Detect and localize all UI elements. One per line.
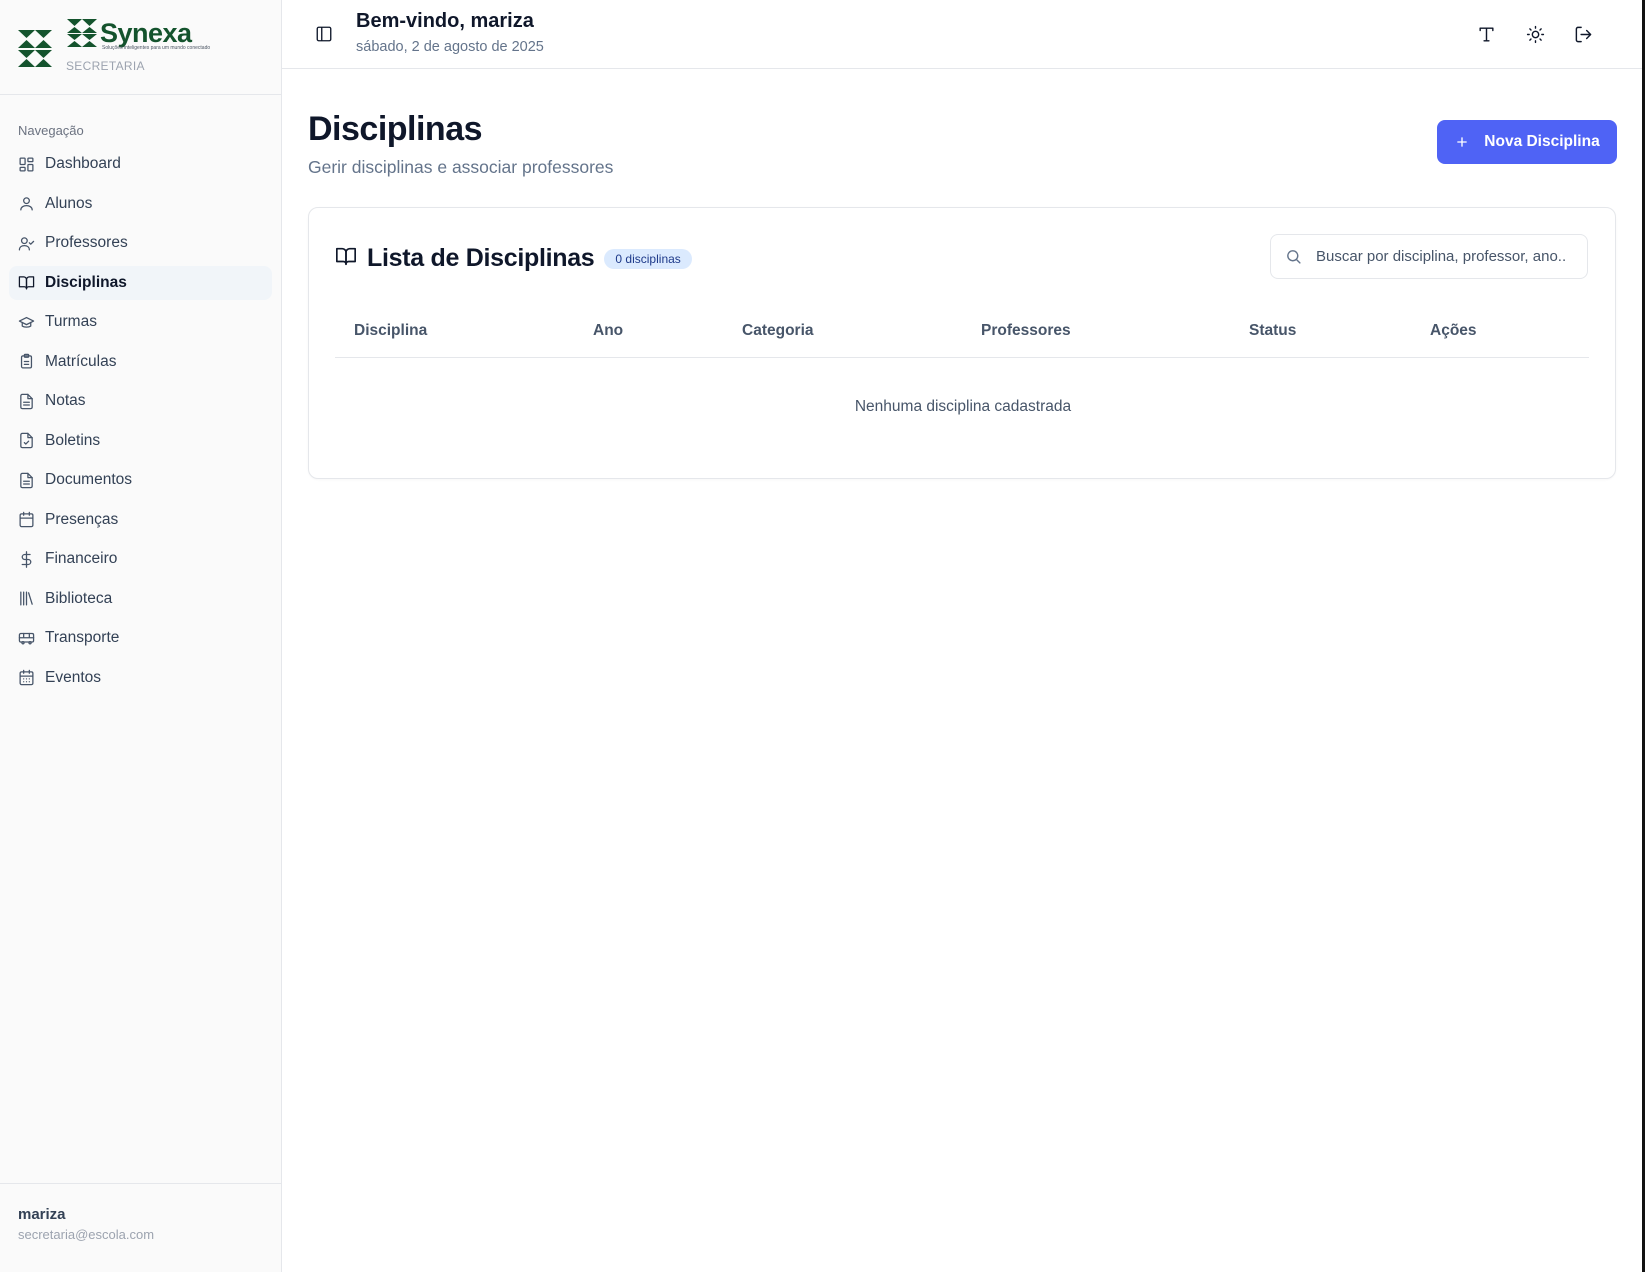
- sidebar-item-label: Financeiro: [45, 550, 118, 567]
- user-email: secretaria@escola.com: [18, 1227, 155, 1242]
- brand-tagline: Soluções inteligentes para um mundo cone…: [102, 45, 211, 51]
- sidebar-item-eventos[interactable]: Eventos: [9, 661, 272, 695]
- sidebar-item-label: Eventos: [45, 668, 102, 686]
- sidebar-item-alunos[interactable]: Alunos: [9, 187, 272, 221]
- search-input[interactable]: [1316, 248, 1566, 265]
- sidebar-item-turmas[interactable]: Turmas: [9, 305, 272, 339]
- welcome-title: Bem-vindo, mariza: [356, 10, 534, 32]
- library-icon: [18, 590, 35, 607]
- file-text-icon: [18, 472, 35, 489]
- sidebar-item-financeiro[interactable]: Financeiro: [9, 542, 272, 576]
- empty-state-message: Nenhuma disciplina cadastrada: [854, 398, 1072, 415]
- sidebar-item-transporte[interactable]: Transporte: [9, 621, 272, 655]
- card-header: Lista de Disciplinas 0 disciplinas: [335, 244, 692, 273]
- type-icon: [1478, 26, 1494, 42]
- page-header: Disciplinas Gerir disciplinas e associar…: [308, 110, 613, 178]
- sidebar-nav: Dashboard Alunos Professores Disciplinas…: [0, 147, 281, 700]
- user-name: mariza: [18, 1206, 66, 1223]
- column-header-categoria[interactable]: Categoria: [742, 322, 814, 340]
- column-header-ano[interactable]: Ano: [593, 322, 623, 340]
- sidebar-item-label: Presenças: [45, 510, 119, 528]
- brand-name: Synexa: [100, 18, 192, 48]
- file-text-icon: [18, 393, 35, 410]
- sidebar-item-professores[interactable]: Professores: [9, 226, 272, 260]
- sidebar-toggle-button[interactable]: [312, 22, 336, 46]
- user-profile[interactable]: mariza secretaria@escola.com: [0, 1183, 281, 1272]
- column-header-acoes: Ações: [1430, 322, 1477, 339]
- calendar-icon: [18, 511, 35, 528]
- disciplines-card: Lista de Disciplinas 0 disciplinas Disci…: [308, 207, 1616, 479]
- layout-dashboard-icon: [18, 156, 35, 173]
- page-title: Disciplinas: [308, 110, 483, 148]
- dollar-icon: [18, 550, 35, 568]
- plus-icon: [1457, 137, 1467, 147]
- sidebar-item-label: Notas: [45, 392, 86, 409]
- sidebar-item-label: Documentos: [45, 471, 133, 488]
- sidebar-item-label: Dashboard: [45, 155, 121, 172]
- nav-section-label: Navegação: [18, 123, 84, 138]
- logo-mark-icon: [18, 30, 52, 67]
- card-title: Lista de Disciplinas: [367, 244, 595, 272]
- calendar-days-icon: [18, 669, 35, 686]
- sidebar-item-disciplinas[interactable]: Disciplinas: [9, 265, 272, 300]
- theme-toggle-button[interactable]: [1523, 22, 1547, 46]
- new-discipline-button[interactable]: Nova Disciplina: [1437, 120, 1617, 164]
- logout-icon: [1575, 26, 1591, 42]
- welcome-block: Bem-vindo, mariza sábado, 2 de agosto de…: [356, 10, 544, 55]
- book-open-icon: [335, 245, 357, 272]
- sidebar: Synexa Soluções inteligentes para um mun…: [0, 0, 282, 1272]
- sun-icon: [1526, 25, 1544, 43]
- sidebar-item-label: Transporte: [45, 629, 120, 646]
- file-check-icon: [18, 432, 35, 449]
- search-box[interactable]: [1270, 234, 1588, 279]
- sidebar-item-documentos[interactable]: Documentos: [9, 463, 272, 497]
- table-header: Disciplina Ano Categoria Professores Sta…: [335, 308, 1589, 358]
- sidebar-item-dashboard[interactable]: Dashboard: [9, 147, 272, 181]
- sidebar-item-notas[interactable]: Notas: [9, 384, 272, 418]
- sidebar-item-label: Professores: [45, 234, 128, 251]
- app-root: Synexa Soluções inteligentes para um mun…: [0, 0, 1645, 1272]
- column-header-status[interactable]: Status: [1249, 322, 1296, 340]
- sidebar-item-label: Turmas: [45, 313, 97, 330]
- column-header-disciplina[interactable]: Disciplina: [354, 322, 427, 340]
- book-open-icon: [18, 274, 35, 291]
- new-discipline-label: Nova Disciplina: [1484, 133, 1600, 150]
- page-subtitle: Gerir disciplinas e associar professores: [308, 157, 614, 177]
- sidebar-item-boletins[interactable]: Boletins: [9, 424, 272, 458]
- current-date: sábado, 2 de agosto de 2025: [356, 39, 544, 55]
- brand-role: SECRETARIA: [66, 59, 145, 73]
- column-header-professores[interactable]: Professores: [981, 322, 1071, 340]
- top-bar: Bem-vindo, mariza sábado, 2 de agosto de…: [282, 0, 1645, 69]
- count-badge: 0 disciplinas: [604, 248, 692, 269]
- graduation-cap-icon: [18, 314, 35, 331]
- user-check-icon: [18, 235, 35, 252]
- logout-button[interactable]: [1571, 22, 1595, 46]
- sidebar-item-presencas[interactable]: Presenças: [9, 503, 272, 537]
- sidebar-item-label: Boletins: [45, 431, 101, 449]
- sidebar-item-label: Matrículas: [45, 352, 117, 370]
- clipboard-icon: [18, 353, 35, 370]
- font-size-button[interactable]: [1474, 22, 1498, 46]
- panel-left-icon: [316, 26, 332, 42]
- search-icon: [1287, 250, 1301, 264]
- sidebar-item-label: Biblioteca: [45, 589, 113, 607]
- logo-mini-icon: [67, 19, 97, 47]
- sidebar-item-label: Disciplinas: [45, 273, 127, 291]
- sidebar-item-matriculas[interactable]: Matrículas: [9, 345, 272, 379]
- main-content: Bem-vindo, mariza sábado, 2 de agosto de…: [282, 0, 1645, 1272]
- sidebar-item-biblioteca[interactable]: Biblioteca: [9, 582, 272, 616]
- sidebar-item-label: Alunos: [45, 194, 93, 212]
- user-icon: [18, 195, 35, 212]
- bus-icon: [18, 630, 35, 647]
- brand-logo[interactable]: Synexa Soluções inteligentes para um mun…: [0, 0, 281, 95]
